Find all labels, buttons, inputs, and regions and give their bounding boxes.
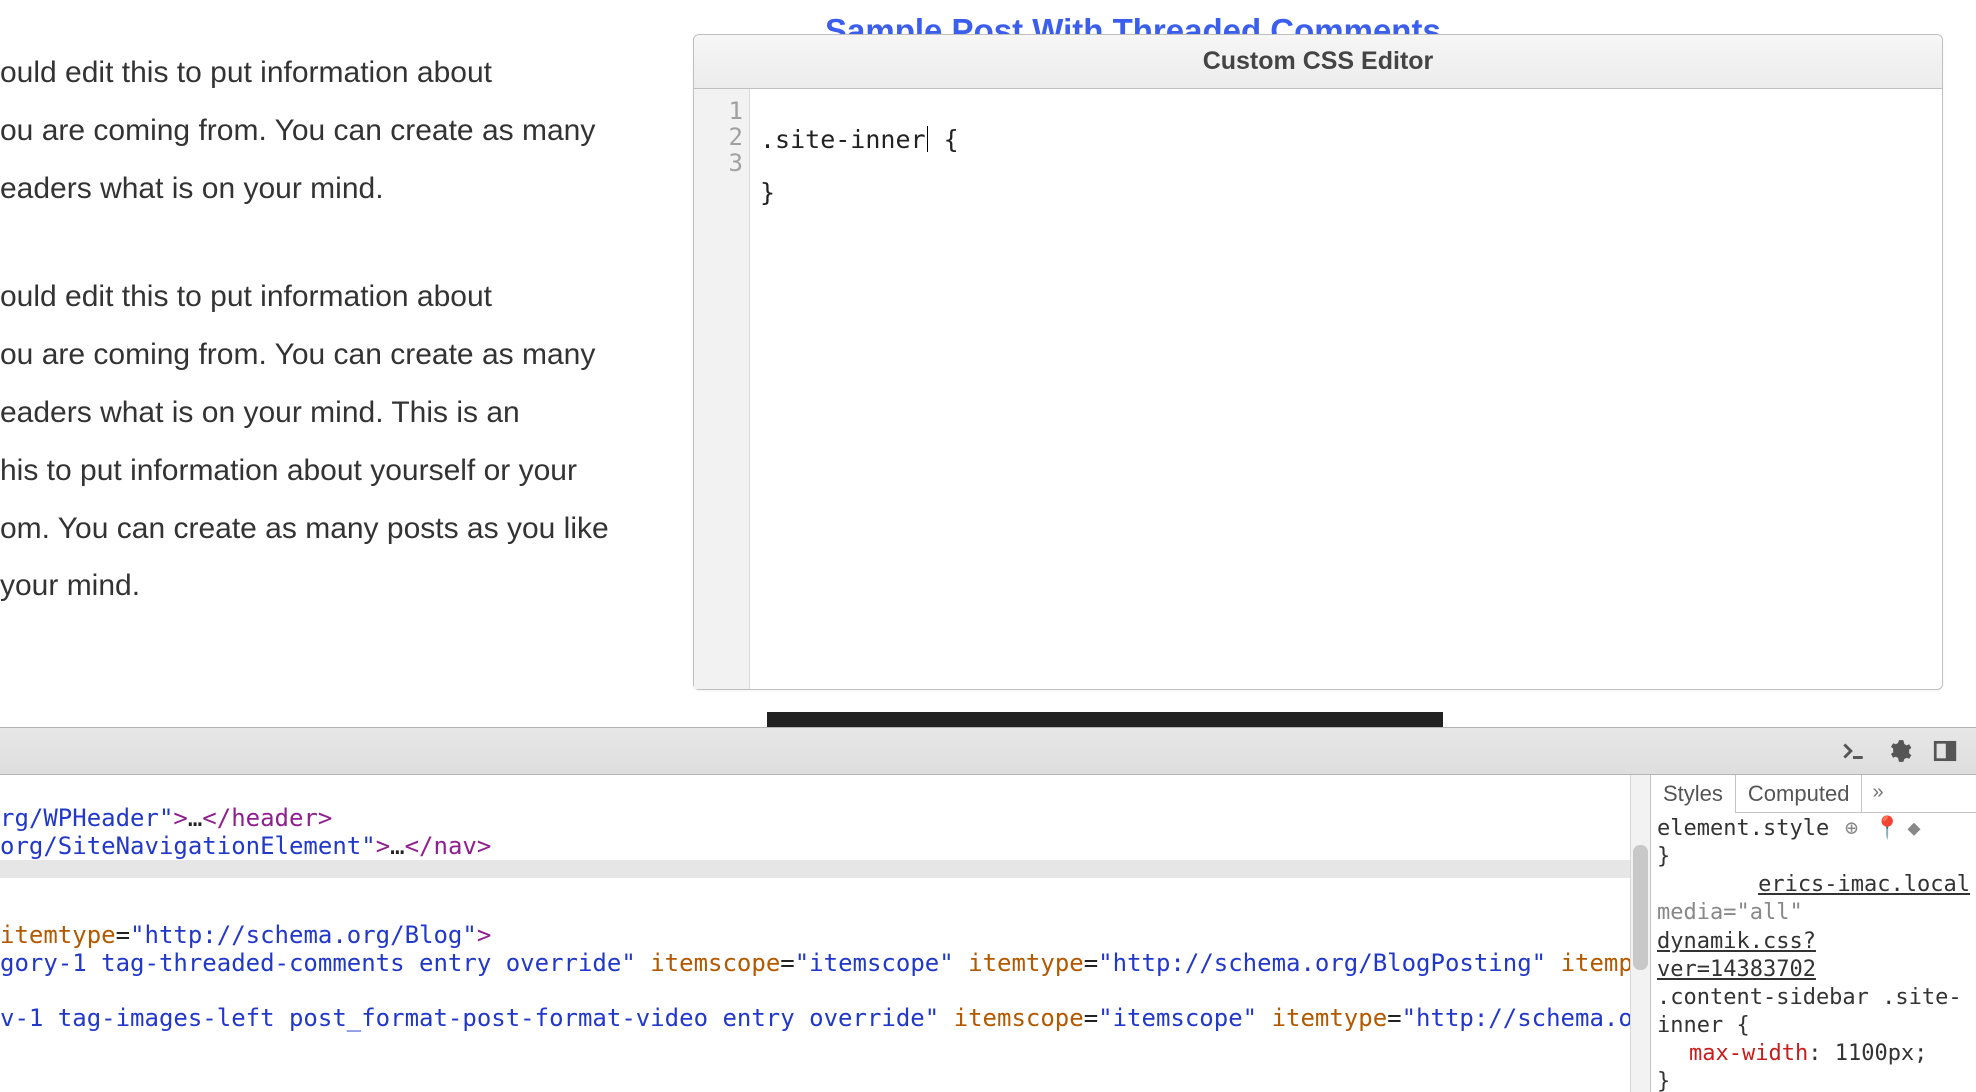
elements-panel[interactable]: rg/WPHeader">…</header> org/SiteNavigati… bbox=[0, 775, 1650, 1092]
css-editor-gutter: 1 2 3 bbox=[694, 89, 750, 689]
brace-close: } bbox=[1657, 843, 1970, 871]
tab-computed[interactable]: Computed bbox=[1736, 775, 1863, 812]
new-rule-icon[interactable]: ⊕ bbox=[1842, 815, 1860, 843]
custom-css-editor: Custom CSS Editor 1 2 3 .site-inner { } bbox=[693, 34, 1943, 690]
scrollbar[interactable] bbox=[1630, 775, 1650, 1092]
source-link[interactable]: erics-imac.local bbox=[1657, 871, 1970, 899]
element-style-label: element.style bbox=[1657, 816, 1829, 841]
pin-icon[interactable]: 📍 bbox=[1874, 815, 1892, 843]
diamond-icon[interactable]: ◆ bbox=[1905, 815, 1923, 843]
css-property[interactable]: max-width bbox=[1689, 1041, 1808, 1066]
tab-styles[interactable]: Styles bbox=[1651, 775, 1736, 812]
styles-body[interactable]: element.style ⊕ 📍 ◆ } erics-imac.local m… bbox=[1651, 813, 1976, 1092]
styles-panel: Styles Computed » element.style ⊕ 📍 ◆ } … bbox=[1650, 775, 1976, 1092]
css-editor-title: Custom CSS Editor bbox=[694, 35, 1942, 89]
devtools-toolbar bbox=[0, 727, 1976, 775]
media-rule: media="all" bbox=[1657, 899, 1970, 927]
devtools-main: rg/WPHeader">…</header> org/SiteNavigati… bbox=[0, 775, 1976, 1092]
dock-icon[interactable] bbox=[1932, 738, 1958, 764]
text-caret bbox=[927, 126, 928, 152]
rule-close: } bbox=[1657, 1068, 1970, 1092]
rule-selector: .content-sidebar .site-inner { bbox=[1657, 984, 1970, 1040]
tabs-overflow-icon[interactable]: » bbox=[1862, 775, 1893, 812]
css-editor-code[interactable]: .site-inner { } bbox=[750, 89, 1942, 689]
stylesheet-link[interactable]: dynamik.css?ver=14383702 bbox=[1657, 928, 1970, 984]
console-icon[interactable] bbox=[1840, 738, 1866, 764]
article-excerpt-1: ould edit this to put information about … bbox=[0, 44, 685, 218]
scrollbar-thumb[interactable] bbox=[1633, 845, 1648, 970]
article-excerpt-2: ould edit this to put information about … bbox=[0, 268, 685, 615]
gear-icon[interactable] bbox=[1886, 738, 1912, 764]
panel-drag-indicator bbox=[767, 712, 1443, 727]
